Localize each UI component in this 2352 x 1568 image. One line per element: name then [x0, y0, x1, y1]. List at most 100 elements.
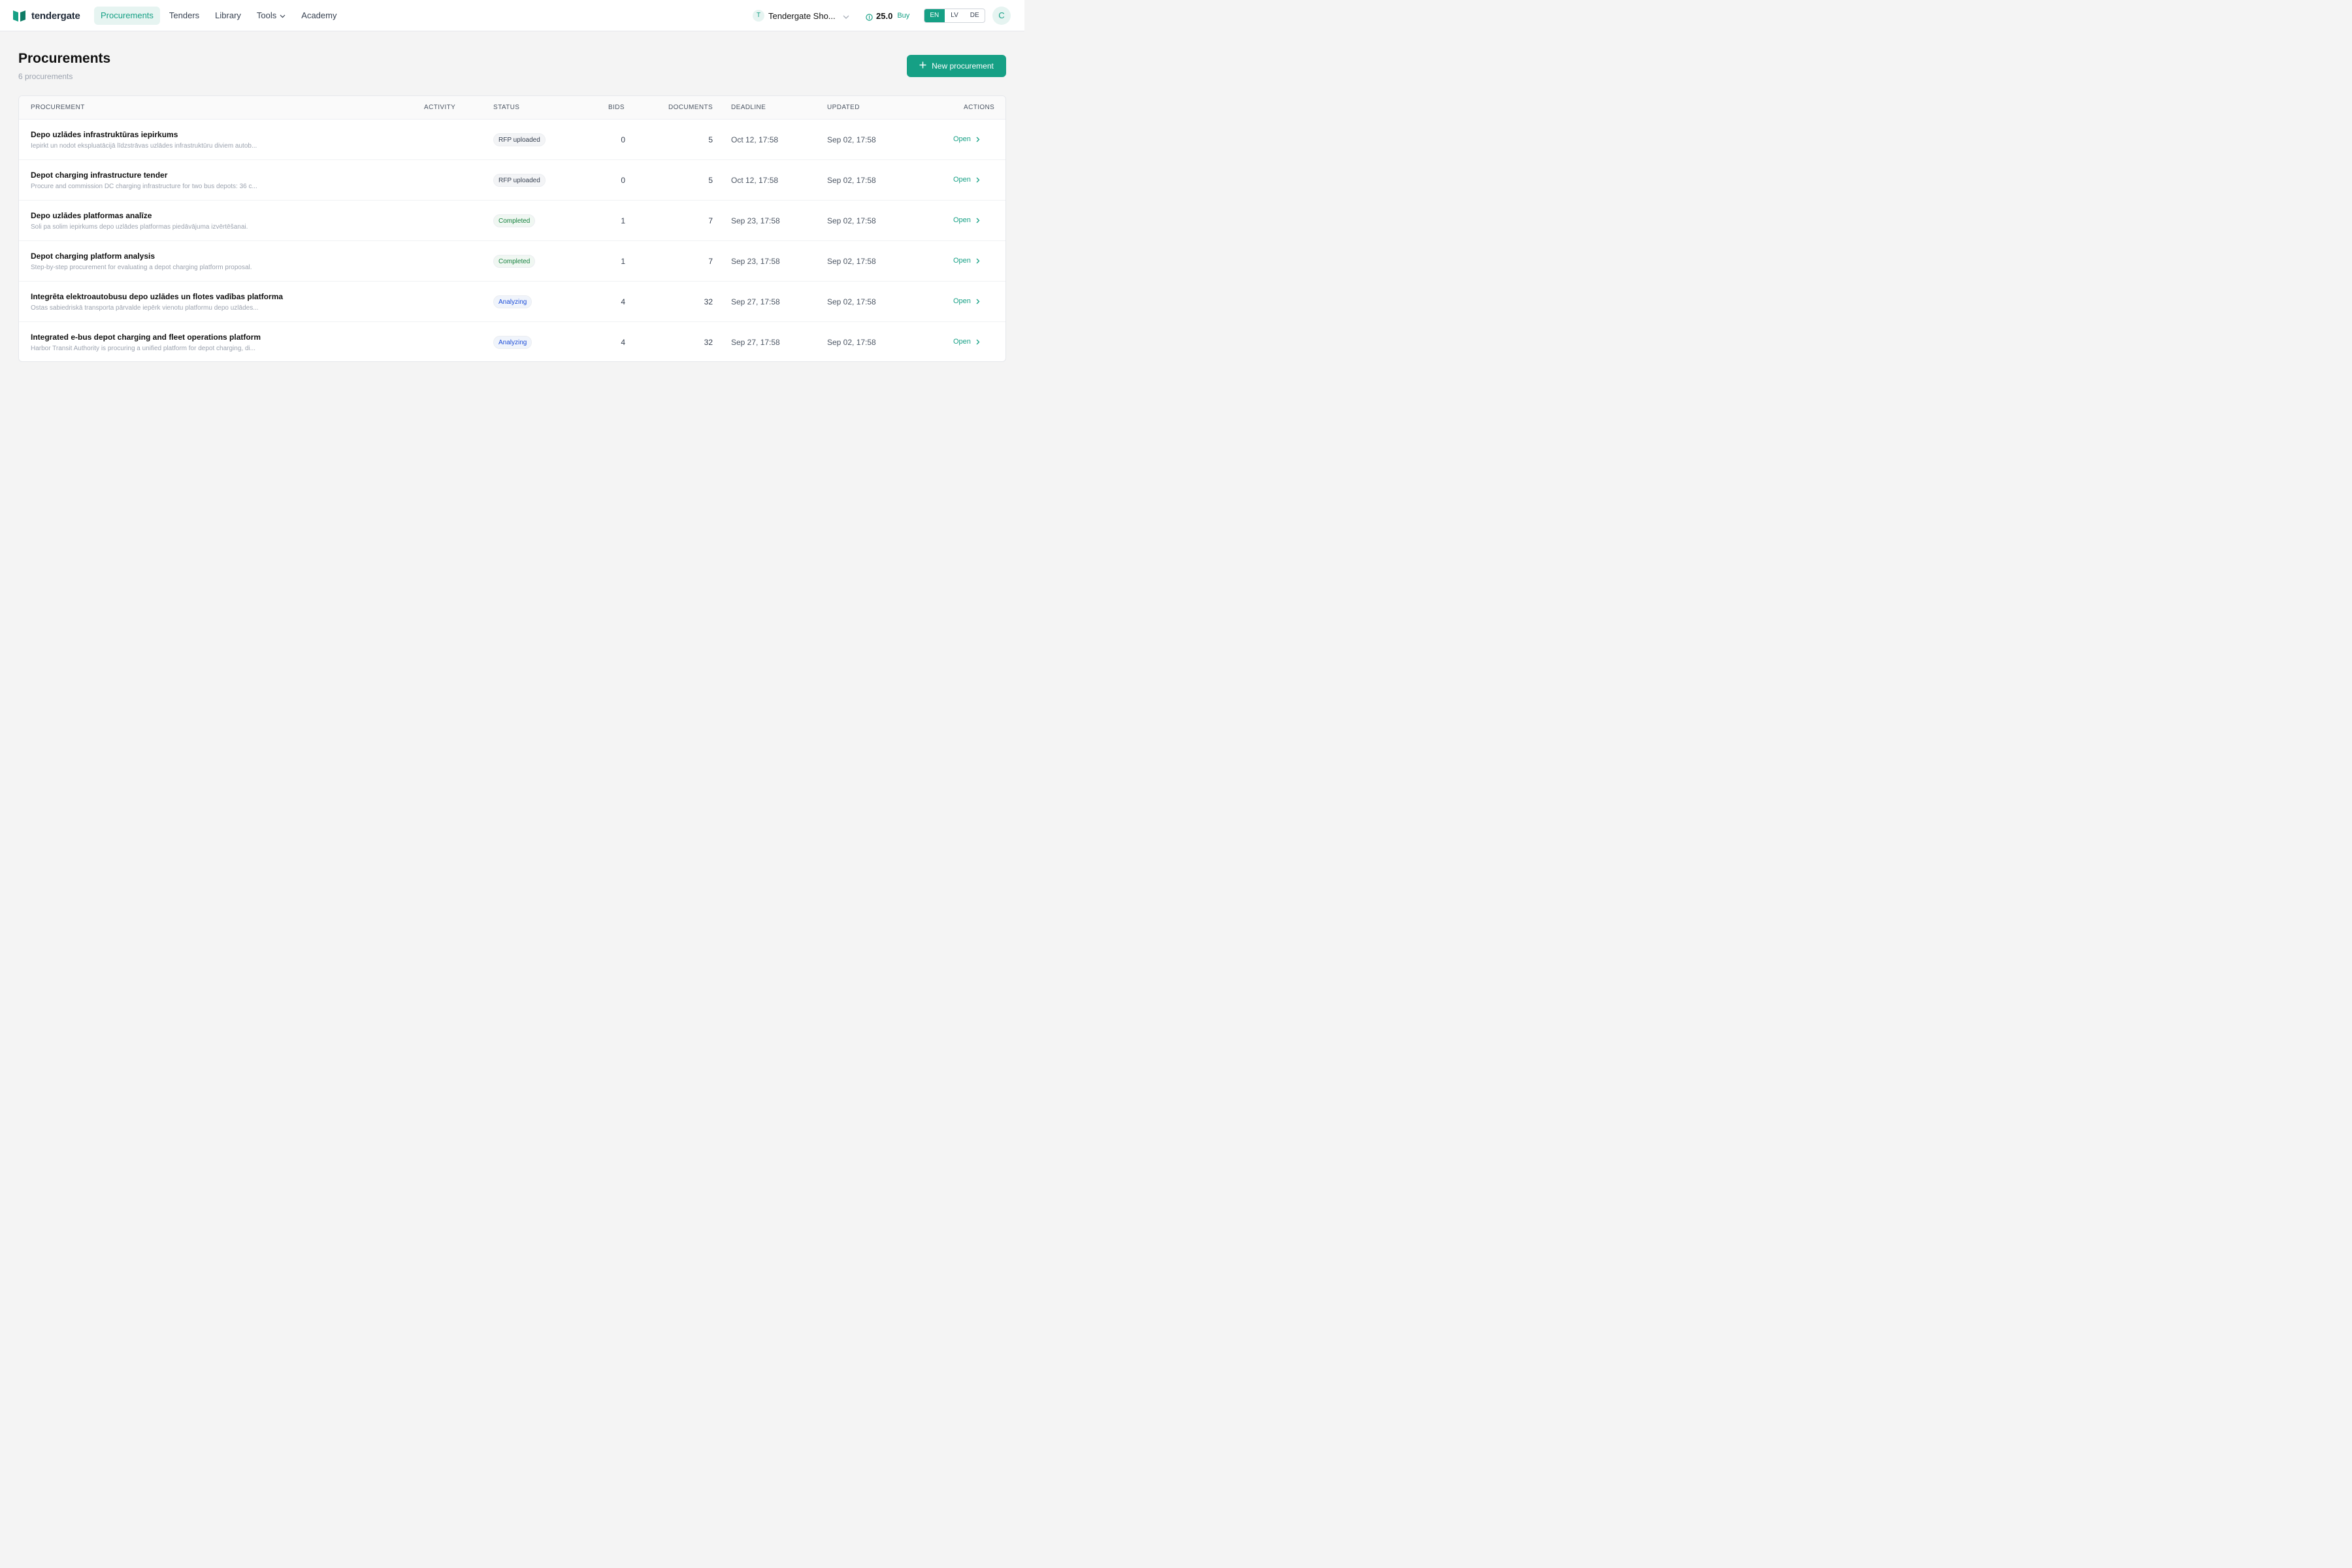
documents-count: 32 [704, 297, 713, 306]
documents-count: 5 [708, 135, 713, 144]
open-label: Open [953, 216, 971, 224]
deadline-date: Oct 12, 17:58 [731, 135, 779, 144]
bids-count: 0 [621, 176, 625, 185]
updated-date: Sep 02, 17:58 [827, 297, 876, 306]
column-procurement[interactable]: PROCUREMENT [31, 104, 85, 111]
deadline-date: Sep 27, 17:58 [731, 297, 780, 306]
org-name: Tendergate Sho... [768, 10, 836, 21]
chevron-right-icon [976, 137, 980, 142]
brand-name: tendergate [31, 10, 80, 22]
table-row[interactable]: Integrēta elektroautobusu depo uzlādes u… [19, 282, 1005, 322]
nav-library-label: Library [215, 10, 241, 20]
lang-de[interactable]: DE [964, 9, 985, 22]
organization-switcher[interactable]: T Tendergate Sho... [753, 9, 849, 22]
status-badge: Analyzing [493, 336, 532, 349]
chevron-down-icon [280, 7, 286, 25]
column-documents[interactable]: DOCUMENTS [668, 104, 713, 111]
column-deadline[interactable]: DEADLINE [731, 104, 766, 111]
procurement-title[interactable]: Integrated e-bus depot charging and flee… [31, 333, 261, 342]
table-row[interactable]: Depo uzlādes infrastruktūras iepirkums I… [19, 120, 1005, 160]
table-row[interactable]: Depo uzlādes platformas analīze Soli pa … [19, 201, 1005, 241]
procurement-title[interactable]: Depo uzlādes platformas analīze [31, 211, 152, 220]
open-label: Open [953, 297, 971, 305]
open-label: Open [953, 257, 971, 265]
page-title: Procurements [18, 51, 111, 66]
procurement-count: 6 procurements [18, 72, 73, 81]
procurement-description: Harbor Transit Authority is procuring a … [31, 345, 256, 352]
column-activity[interactable]: ACTIVITY [424, 104, 455, 111]
table-row[interactable]: Depot charging platform analysis Step-by… [19, 241, 1005, 282]
procurements-table: PROCUREMENT ACTIVITY STATUS BIDS DOCUMEN… [18, 95, 1006, 362]
procurement-title[interactable]: Depot charging platform analysis [31, 252, 155, 261]
nav-tenders-label: Tenders [169, 10, 200, 20]
bids-count: 4 [621, 297, 625, 306]
buy-credits-link[interactable]: Buy [897, 12, 909, 20]
deadline-date: Sep 27, 17:58 [731, 338, 780, 347]
open-link[interactable]: Open [953, 176, 980, 184]
procurement-description: Step-by-step procurement for evaluating … [31, 264, 252, 271]
nav-academy-label: Academy [301, 10, 337, 20]
nav-tools[interactable]: Tools [250, 7, 292, 25]
open-label: Open [953, 176, 971, 184]
lang-lv[interactable]: LV [945, 9, 965, 22]
open-link[interactable]: Open [953, 338, 980, 346]
column-bids[interactable]: BIDS [608, 104, 625, 111]
credits-value: 25.0 [876, 10, 893, 21]
bids-count: 4 [621, 338, 625, 347]
open-label: Open [953, 338, 971, 346]
chevron-right-icon [976, 299, 980, 304]
new-procurement-label: New procurement [932, 61, 994, 71]
nav-tools-label: Tools [256, 10, 277, 20]
chevron-right-icon [976, 339, 980, 344]
language-switcher: EN LV DE [924, 8, 985, 23]
documents-count: 7 [708, 216, 713, 225]
documents-count: 7 [708, 257, 713, 266]
tendergate-logo-icon [13, 10, 26, 22]
procurement-title[interactable]: Depo uzlādes infrastruktūras iepirkums [31, 130, 178, 139]
procurement-description: Soli pa solim iepirkums depo uzlādes pla… [31, 223, 248, 231]
chevron-right-icon [976, 218, 980, 223]
plus-icon [919, 61, 926, 71]
deadline-date: Oct 12, 17:58 [731, 176, 779, 185]
status-badge: Completed [493, 255, 536, 268]
bids-count: 0 [621, 135, 625, 144]
table-row[interactable]: Integrated e-bus depot charging and flee… [19, 322, 1005, 361]
open-label: Open [953, 135, 971, 143]
chevron-down-icon [843, 11, 849, 21]
bids-count: 1 [621, 216, 625, 225]
table-header: PROCUREMENT ACTIVITY STATUS BIDS DOCUMEN… [19, 96, 1005, 120]
table-row[interactable]: Depot charging infrastructure tender Pro… [19, 160, 1005, 201]
open-link[interactable]: Open [953, 216, 980, 224]
procurement-title[interactable]: Depot charging infrastructure tender [31, 171, 167, 180]
column-updated[interactable]: UPDATED [827, 104, 860, 111]
brand-logo[interactable]: tendergate [13, 9, 80, 22]
updated-date: Sep 02, 17:58 [827, 176, 876, 185]
org-avatar: T [753, 10, 764, 22]
new-procurement-button[interactable]: New procurement [907, 55, 1006, 77]
procurement-description: Ostas sabiedriskā transporta pārvalde ie… [31, 304, 259, 312]
coin-icon [866, 12, 873, 21]
open-link[interactable]: Open [953, 257, 980, 265]
open-link[interactable]: Open [953, 297, 980, 305]
updated-date: Sep 02, 17:58 [827, 257, 876, 266]
column-status[interactable]: STATUS [493, 104, 519, 111]
open-link[interactable]: Open [953, 135, 980, 143]
deadline-date: Sep 23, 17:58 [731, 257, 780, 266]
updated-date: Sep 02, 17:58 [827, 338, 876, 347]
chevron-right-icon [976, 177, 980, 182]
status-badge: RFP uploaded [493, 174, 546, 187]
lang-en[interactable]: EN [924, 9, 945, 22]
nav-tenders[interactable]: Tenders [163, 7, 206, 25]
top-navigation-bar: tendergate Procurements Tenders Library … [0, 0, 1024, 31]
status-badge: Completed [493, 214, 536, 227]
user-avatar[interactable]: C [992, 7, 1011, 25]
nav-library[interactable]: Library [208, 7, 248, 25]
deadline-date: Sep 23, 17:58 [731, 216, 780, 225]
procurement-description: Procure and commission DC charging infra… [31, 183, 257, 190]
nav-procurements[interactable]: Procurements [94, 7, 160, 25]
nav-academy[interactable]: Academy [295, 7, 343, 25]
procurement-title[interactable]: Integrēta elektroautobusu depo uzlādes u… [31, 292, 283, 301]
credits-display: 25.0 Buy [866, 9, 909, 22]
status-badge: RFP uploaded [493, 133, 546, 146]
updated-date: Sep 02, 17:58 [827, 216, 876, 225]
